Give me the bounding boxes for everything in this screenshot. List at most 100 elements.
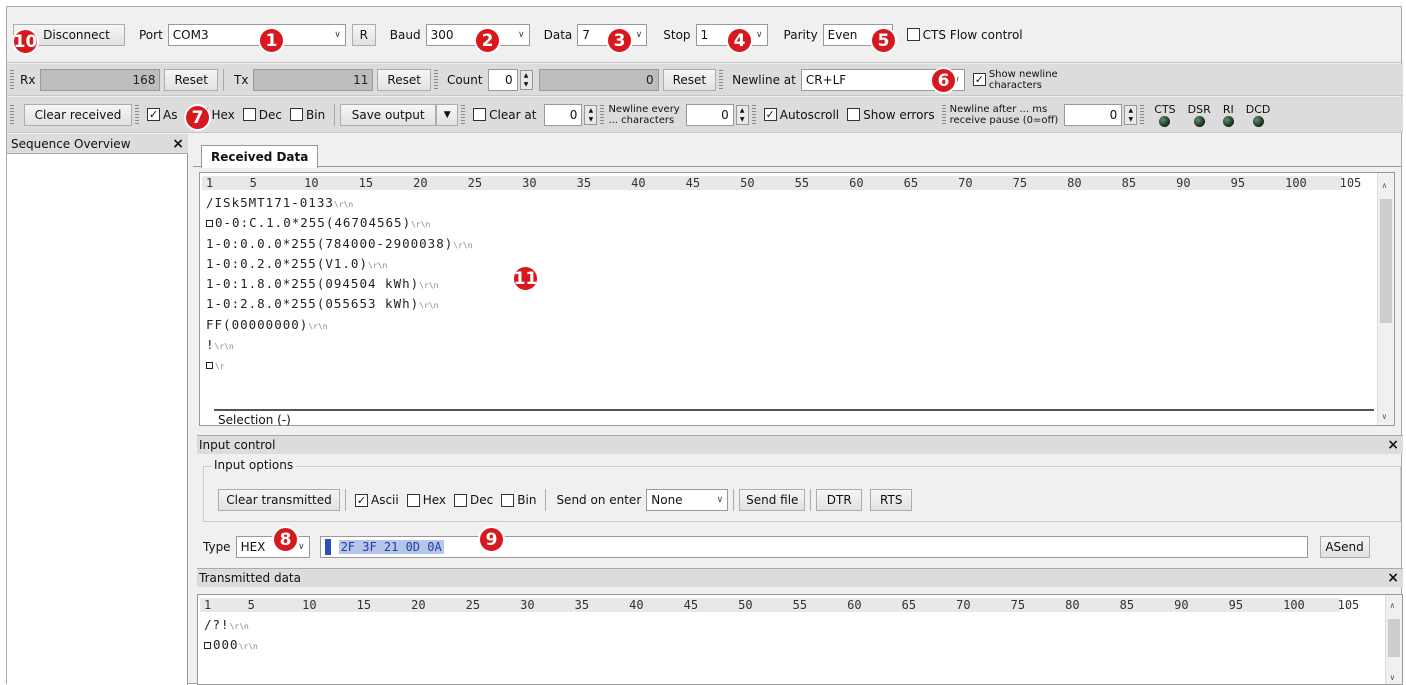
toolbar-grip[interactable] [719,69,724,90]
triangle-down-icon: ▼ [443,109,451,120]
ruler-mark: 75 [1012,176,1028,190]
separator [334,103,336,126]
checkbox-box: ✓ [147,108,160,121]
eol-marker: \r\n [453,240,473,250]
ascii-checkbox[interactable]: ✓ As [147,108,177,122]
vertical-scrollbar[interactable]: ∧ ∨ [1385,595,1402,684]
clear-received-button[interactable]: Clear received [24,103,132,126]
dcd-label: DCD [1245,102,1271,116]
autoscroll-checkbox[interactable]: ✓ Autoscroll [763,108,839,122]
chevron-down-icon: ∨ [755,29,763,40]
scroll-up-icon[interactable]: ∧ [1382,181,1387,190]
tx-label: Tx [233,72,249,87]
vertical-scrollbar[interactable]: ∧ ∨ [1377,173,1394,425]
transmitted-data-title: Transmitted data [199,571,301,585]
received-data-view[interactable]: 1 5 10 15 20 25 30 35 40 45 50 55 60 65 70 75 80 85 90 95 10… [199,172,1395,427]
input-bin-checkbox[interactable]: Bin [501,493,536,507]
close-icon[interactable]: × [172,136,184,152]
newline-every-input[interactable]: 0 [685,103,734,126]
refresh-ports-button[interactable]: R [351,23,376,46]
input-dec-checkbox[interactable]: Dec [454,493,493,507]
ruler-mark: 60 [847,598,862,612]
checkbox-box [290,108,303,121]
rts-button[interactable]: RTS [870,489,913,511]
rx-reset-button[interactable]: Reset [164,68,218,91]
newline-every-label: Newline every... characters [608,104,679,126]
toolbar-grip[interactable] [751,104,756,125]
ruler-mark: 75 [1010,598,1026,612]
terminal-line: 1-0:0.0.0*255(784000-2900038)\r\n [206,235,473,255]
count-spinner[interactable]: ▲ ▼ [519,69,533,90]
dsr-indicator: DSR [1188,103,1211,127]
send-input[interactable]: 2F 3F 21 0D 0A [319,536,1308,558]
dtr-button[interactable]: DTR [816,489,863,511]
ruler-mark: 40 [631,176,646,190]
bin-checkbox[interactable]: Bin [290,108,325,122]
toolbar-grip[interactable] [941,104,946,125]
toolbar-grip[interactable] [461,104,466,125]
send-on-enter-label: Send on enter [556,493,642,507]
stop-bits-value: 1 [700,27,709,42]
ruler-mark: 70 [958,176,973,190]
scroll-up-icon[interactable]: ∧ [1390,601,1395,610]
scroll-down-icon[interactable]: ∨ [1382,412,1387,421]
checkbox-box [242,108,256,121]
clear-at-checkbox[interactable]: Clear at [473,108,536,122]
ruler-mark: 15 [356,598,372,612]
count-label: Count [446,72,483,87]
toolbar-grip[interactable] [10,69,14,90]
ruler-mark: 30 [520,598,535,612]
dec-checkbox[interactable]: Dec [242,107,282,122]
control-char-icon [204,642,211,650]
show-newline-checkbox[interactable]: ✓ Show newline characters [972,69,1058,91]
sequence-overview-panel[interactable] [7,154,188,685]
save-output-button[interactable]: Save output [340,103,437,126]
ascii-label: As [163,107,178,122]
annotation-badge: 1 [258,27,285,54]
save-output-dropdown[interactable]: ▼ [436,103,459,126]
close-icon[interactable]: × [1387,570,1399,586]
dec-label: Dec [258,107,282,122]
clear-transmitted-button[interactable]: Clear transmitted [218,489,340,511]
ruler-mark: 30 [522,176,537,190]
close-icon[interactable]: × [1387,437,1399,453]
terminal-line: !\r\n [206,336,473,356]
clear-at-spinner[interactable]: ▲ ▼ [584,104,598,125]
clear-at-label: Clear at [489,107,537,122]
parity-value: Even [827,27,858,42]
checkbox-box: ✓ [763,108,777,121]
newline-every-spinner[interactable]: ▲ ▼ [735,104,749,125]
asend-button[interactable]: ASend [1319,536,1370,558]
toolbar-grip[interactable] [135,104,139,125]
newline-after-input[interactable]: 0 [1064,103,1123,126]
terminal-line: 0-0:C.1.0*255(46704565)\r\n [206,214,473,234]
show-errors-label: Show errors [863,107,935,122]
cts-flow-control-checkbox[interactable]: CTS Flow control [906,28,1023,42]
toolbar-grip[interactable] [1140,104,1145,125]
newline-after-spinner[interactable]: ▲ ▼ [1124,104,1138,125]
scroll-thumb[interactable] [1388,619,1400,657]
data-label: Data [543,27,573,42]
input-hex-checkbox[interactable]: Hex [406,493,446,507]
toolbar-grip[interactable] [10,104,14,125]
tab-received-data[interactable]: Received Data [201,145,319,168]
port-select[interactable]: COM3 ∨ [167,23,346,46]
input-ascii-checkbox[interactable]: ✓ Ascii [355,493,399,507]
toolbar-grip[interactable] [600,104,605,125]
toolbar-grip[interactable] [433,69,438,90]
ruler-mark: 90 [1176,176,1191,190]
scroll-down-icon[interactable]: ∨ [1390,673,1395,682]
annotation-badge: 10 [12,28,39,55]
show-errors-checkbox[interactable]: Show errors [847,108,935,122]
ruler-mark: 95 [1228,598,1244,612]
count-reset-button[interactable]: Reset [662,68,717,91]
tx-reset-button[interactable]: Reset [377,68,431,91]
count-input[interactable]: 0 [487,68,518,91]
send-file-button[interactable]: Send file [739,489,806,511]
eol-marker: \r\n [419,281,439,291]
transmitted-data-view[interactable]: 1 5 10 15 20 25 30 35 40 45 50 55 60 65 70 75 80 85 90 95 10… [197,594,1403,685]
clear-at-input[interactable]: 0 [544,103,583,126]
scroll-thumb[interactable] [1380,199,1392,323]
led-icon [1193,115,1205,127]
send-on-enter-select[interactable]: None ∨ [646,489,729,511]
